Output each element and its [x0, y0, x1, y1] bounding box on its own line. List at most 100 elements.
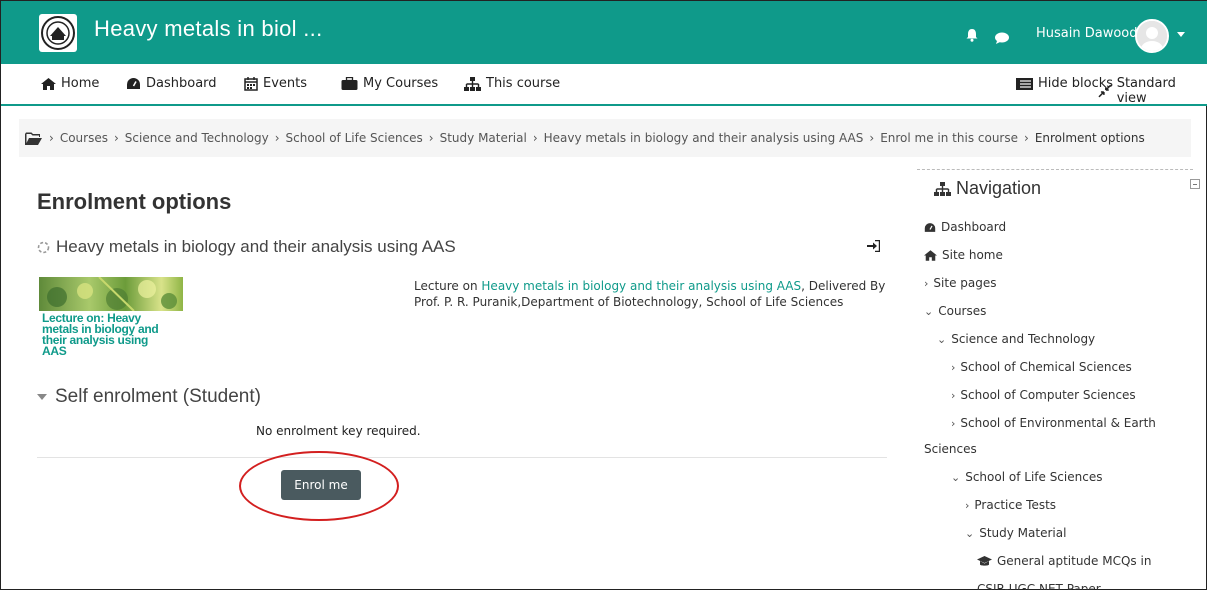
sitemap-icon: [934, 181, 951, 196]
course-category-icon: [37, 241, 50, 253]
messages-chat-icon[interactable]: [994, 29, 1010, 48]
nav-tree-label: Site pages: [933, 276, 997, 290]
standard-view-button[interactable]: Standard view: [1098, 76, 1207, 106]
dashboard-icon: [127, 78, 140, 89]
enrol-sign-in-icon[interactable]: [867, 237, 881, 256]
nav-home[interactable]: Home: [41, 76, 99, 91]
folder-open-icon[interactable]: [25, 132, 43, 145]
nav-tree-life-sciences[interactable]: ⌄ School of Life Sciences: [951, 470, 1102, 484]
nav-tree-label: School of Life Sciences: [965, 470, 1103, 484]
nav-dashboard[interactable]: Dashboard: [126, 76, 217, 91]
nav-this-course[interactable]: This course: [464, 76, 560, 91]
standard-view-label: Standard view: [1116, 76, 1176, 106]
nav-tree-science-technology[interactable]: ⌄ Science and Technology: [937, 332, 1095, 346]
nav-tree-label: School of Environmental & Earth: [960, 416, 1156, 430]
chevron-right-icon: ›: [924, 276, 929, 290]
chevron-down-icon: ⌄: [951, 470, 961, 484]
hide-blocks-icon: [1016, 77, 1033, 90]
breadcrumb-link-courses[interactable]: Courses: [60, 131, 108, 145]
nav-tree-site-pages[interactable]: › Site pages: [924, 276, 996, 290]
chevron-right-icon: ›: [951, 416, 956, 430]
site-title[interactable]: Heavy metals in biol ...: [94, 16, 323, 42]
nav-home-label: Home: [61, 76, 100, 91]
nav-my-courses-label: My Courses: [363, 76, 439, 91]
user-avatar[interactable]: [1135, 19, 1169, 53]
notification-bell-icon[interactable]: [965, 27, 979, 46]
nav-tree-label: Science and Technology: [951, 332, 1096, 346]
collapse-block-icon[interactable]: [1190, 179, 1200, 189]
home-icon: [41, 77, 56, 90]
nav-tree-computer-sciences[interactable]: › School of Computer Sciences: [951, 388, 1136, 402]
main-navbar: Home Dashboard Events My Courses This co…: [1, 64, 1207, 106]
chevron-down-icon: ⌄: [965, 526, 975, 540]
course-image[interactable]: [39, 276, 183, 312]
nav-tree-course-general-aptitude-cont[interactable]: CSIR-UGC NET Paper: [977, 582, 1101, 590]
nav-tree-site-home[interactable]: Site home: [924, 248, 1003, 262]
self-enrolment-title: Self enrolment (Student): [55, 386, 261, 407]
nav-tree-label: CSIR-UGC NET Paper: [977, 582, 1101, 590]
breadcrumb-link-enrol[interactable]: Enrol me in this course: [880, 131, 1018, 145]
navigation-block: Navigation Dashboard Site home › Site pa…: [917, 169, 1200, 590]
nav-my-courses[interactable]: My Courses: [341, 76, 438, 91]
site-logo[interactable]: [39, 14, 77, 52]
course-heading: Heavy metals in biology and their analys…: [37, 237, 456, 257]
page-title: Enrolment options: [37, 189, 232, 214]
enrol-me-button[interactable]: Enrol me: [281, 470, 361, 500]
chevron-right-icon: ›: [951, 388, 956, 402]
nav-tree-courses[interactable]: ⌄ Courses: [924, 304, 986, 318]
user-name[interactable]: Husain Dawoodi: [1036, 26, 1141, 41]
breadcrumb-current: Enrolment options: [1034, 131, 1145, 145]
nav-tree-study-material[interactable]: ⌄ Study Material: [965, 526, 1066, 540]
dashboard-icon: [924, 222, 936, 232]
navigation-title-label: Navigation: [956, 178, 1042, 198]
nav-tree-dashboard[interactable]: Dashboard: [924, 220, 1006, 234]
nav-tree-label: Courses: [938, 304, 987, 318]
chevron-down-icon: ⌄: [937, 332, 947, 346]
user-menu-chevron-down-icon[interactable]: [1177, 32, 1185, 37]
breadcrumb-separator: ›: [1024, 131, 1029, 145]
nav-tree-label: Site home: [942, 248, 1003, 262]
sitemap-icon: [464, 76, 481, 91]
nav-tree-label: Sciences: [924, 442, 977, 456]
breadcrumb-separator: ›: [274, 131, 280, 145]
course-summary: Lecture on Heavy metals in biology and t…: [414, 278, 894, 310]
nav-tree-practice-tests[interactable]: › Practice Tests: [965, 498, 1056, 512]
breadcrumb-separator: ›: [532, 131, 538, 145]
nav-tree-chemical-sciences[interactable]: › School of Chemical Sciences: [951, 360, 1132, 374]
nav-events[interactable]: Events: [244, 76, 307, 91]
graduation-cap-icon: [977, 555, 992, 566]
breadcrumb-link-course[interactable]: Heavy metals in biology and their analys…: [544, 131, 864, 145]
chevron-right-icon: ›: [965, 498, 970, 512]
nav-tree-label: Dashboard: [941, 220, 1007, 234]
nav-tree-label: General aptitude MCQs in: [997, 554, 1152, 568]
calendar-icon: [244, 76, 258, 91]
chevron-down-icon: ⌄: [924, 304, 934, 318]
collapse-triangle-icon: [37, 394, 47, 400]
nav-tree-environmental-earth-cont[interactable]: Sciences: [924, 442, 977, 456]
home-icon: [924, 249, 937, 261]
navigation-block-title: Navigation: [934, 178, 1041, 199]
breadcrumb-separator: ›: [49, 131, 54, 145]
top-header-bar: Heavy metals in biol ... Husain Dawoodi: [1, 1, 1207, 64]
breadcrumb-separator: ›: [428, 131, 434, 145]
nav-tree-environmental-earth[interactable]: › School of Environmental & Earth: [951, 416, 1156, 430]
nav-tree-label: School of Chemical Sciences: [960, 360, 1132, 374]
nav-this-course-label: This course: [486, 76, 561, 91]
breadcrumb: › Courses › Science and Technology › Sch…: [19, 119, 1191, 157]
breadcrumb-link-life-sciences[interactable]: School of Life Sciences: [286, 131, 423, 145]
course-summary-link[interactable]: Heavy metals in biology and their analys…: [481, 279, 801, 293]
nav-dashboard-label: Dashboard: [146, 76, 217, 91]
self-enrolment-section-header[interactable]: Self enrolment (Student): [37, 386, 261, 408]
course-name[interactable]: Heavy metals in biology and their analys…: [56, 237, 456, 257]
course-summary-prefix: Lecture on: [414, 279, 482, 293]
course-image-caption: Lecture on: Heavy metals in biology and …: [42, 311, 159, 358]
breadcrumb-link-study-material[interactable]: Study Material: [440, 131, 527, 145]
nav-tree-label: Study Material: [979, 526, 1067, 540]
nav-tree-label: School of Computer Sciences: [960, 388, 1136, 402]
nav-tree-course-general-aptitude[interactable]: General aptitude MCQs in: [977, 554, 1151, 568]
chevron-right-icon: ›: [951, 360, 956, 374]
compress-arrows-icon: [1098, 84, 1112, 98]
nav-tree-label: Practice Tests: [974, 498, 1057, 512]
breadcrumb-link-science-technology[interactable]: Science and Technology: [125, 131, 269, 145]
nav-events-label: Events: [263, 76, 308, 91]
